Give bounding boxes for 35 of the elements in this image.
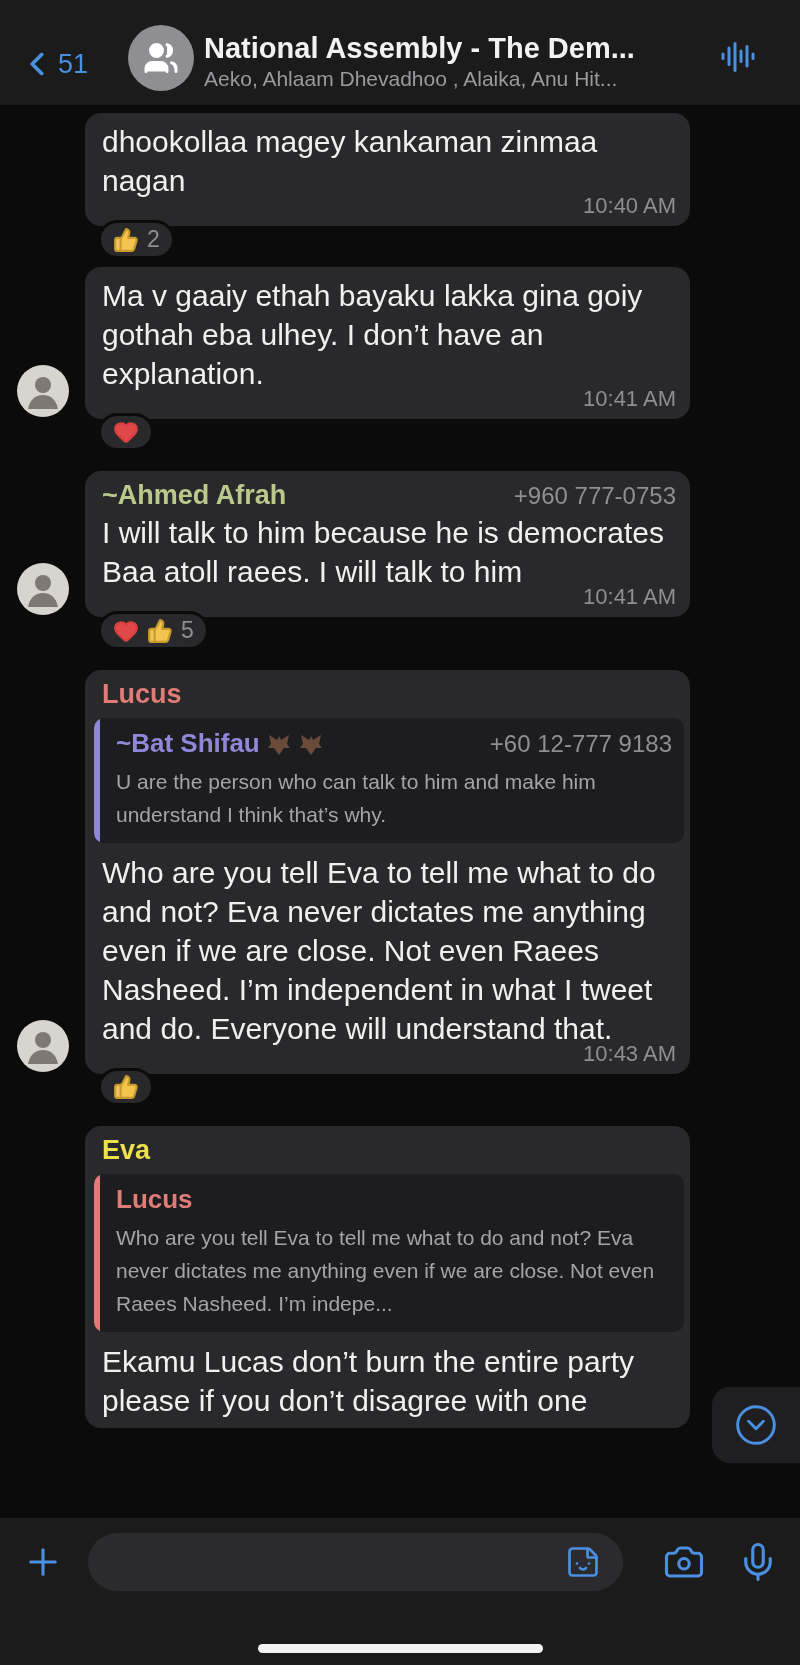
reaction-count: 2 [147, 226, 160, 253]
message-bubble[interactable]: ~Ahmed Afrah +960 777-0753 I will talk to him because he is democrates Baa atoll raees. I will talk to him 10:41 AM [85, 471, 690, 617]
sender-phone: +960 777-0753 [513, 481, 676, 510]
avatar[interactable] [16, 563, 69, 615]
thumbs-up-icon [113, 226, 139, 253]
chevron-down-icon [734, 1403, 778, 1447]
quoted-sender: ~Bat Shifau [116, 728, 260, 759]
back-button[interactable]: 51 [0, 45, 89, 91]
thumbs-up-icon [113, 1074, 139, 1100]
message-bubble[interactable]: Ma v gaaiy ethah bayaku lakka gina goiy gothah eba ulhey. I don’t have an explanation. 10:41 AM [85, 267, 690, 419]
reaction-count: 5 [181, 617, 194, 644]
avatar[interactable] [16, 365, 69, 417]
reaction-pill[interactable]: 5 [98, 611, 209, 650]
quoted-phone: +60 12-777 9183 [489, 729, 672, 758]
quoted-message[interactable]: Lucus Who are you tell Eva to tell me what to do and not? Eva never dictates me anything even if we are close. Not even Raees Nasheed. I’m indepe... [94, 1174, 684, 1332]
message-bubble[interactable] [85, 1126, 690, 1428]
quoted-message[interactable]: ~Bat Shifau +60 12-777 9183 U are the person who can talk to him and make him understand I think that’s why. [94, 718, 684, 843]
quoted-text: Who are you tell Eva to tell me what to do and not? Eva never dictates me anything even if we are close. Not even Raees Nasheed. I’m indepe... [116, 1225, 656, 1317]
sender-name: Eva [102, 1135, 151, 1166]
avatar[interactable] [16, 1020, 69, 1072]
voice-chat-icon[interactable] [720, 39, 756, 75]
reaction-pill[interactable]: 2 [98, 220, 175, 259]
participants-list: Aeko, Ahlaam Dhevadhoo , Alaika, Anu Hit... [204, 67, 700, 91]
chat-title[interactable]: National Assembly - The Dem... [204, 32, 700, 65]
scroll-down-button[interactable] [712, 1387, 800, 1463]
message-bubble[interactable]: dhookollaa magey kankaman zinmaa nagan 10:40 AM [85, 113, 690, 226]
sticker-icon[interactable] [565, 1544, 601, 1580]
heart-icon [113, 419, 139, 445]
sender-name: Lucus [102, 679, 182, 710]
quoted-text: U are the person who can talk to him and make him understand I think that’s why. [116, 769, 597, 828]
message-text: Ekamu Lucas don’t burn the entire party please if you don’t disagree with one [102, 1344, 635, 1419]
sender-name: ~Ahmed Afrah [102, 480, 287, 511]
thumbs-up-icon [147, 617, 173, 644]
message-bubble[interactable] [85, 670, 690, 1074]
quoted-sender: Lucus [116, 1184, 193, 1215]
